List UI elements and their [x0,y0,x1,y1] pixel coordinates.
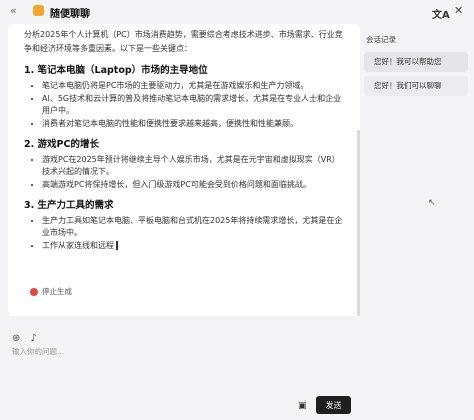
chat-scrollbar[interactable] [357,130,360,316]
stop-label: 停止生成 [42,287,72,296]
mouse-cursor-icon: ↖ [428,198,436,208]
sidebar-heading: 会话记录 [366,35,396,44]
microphone-icon[interactable]: ♪ [30,333,36,344]
message-icon[interactable]: ▣ [298,401,307,411]
close-icon[interactable]: ✕ [454,4,463,17]
message-intro: 分析2025年个人计算机（PC）市场消费趋势，需要综合考虑技术进步、市场需求、行… [24,30,343,53]
attachment-icon[interactable]: ⊕ [12,333,20,344]
section-title: 2. 游戏PC的增长 [24,139,99,150]
bullet-list: 生产力工具如笔记本电脑、平板电脑和台式机在2025年将持续需求增长，尤其是在企业… [24,215,344,252]
title-bar: « 随便聊聊 文A ✕ [0,0,474,24]
bullet-list: 游戏PC在2025年预计将继续主导个人娱乐市场，尤其是在元宇宙和虚拟现实（VR）… [24,154,344,191]
sidebar-item-session[interactable]: 您好！我们可以聊聊 [364,76,468,96]
send-button[interactable]: 发送 [316,396,351,414]
translate-icon[interactable]: 文A [432,6,450,21]
app-logo-icon [33,5,44,16]
list-item: 高端游戏PC将保持增长，但入门级游戏PC可能会受到价格问题和面临挑战。 [42,179,344,191]
typing-cursor [116,241,118,250]
collapse-icon[interactable]: « [10,4,17,17]
stop-icon [30,288,38,296]
bullet-list: 笔记本电脑仍将是PC市场的主要驱动力，尤其是在游戏娱乐和生产力领域。 AI、5G… [24,80,344,130]
list-item: 消费者对笔记本电脑的性能和便携性要求越来越高，便携性和性能兼顾。 [42,118,344,130]
message-input[interactable]: 输入你的问题... [12,346,64,357]
section-title: 3. 生产力工具的需求 [24,200,114,211]
list-item: AI、5G技术和云计算的普及将推动笔记本电脑的需求增长，尤其是在专业人士和企业用… [42,93,344,117]
chat-panel: 分析2025年个人计算机（PC）市场消费趋势，需要综合考虑技术进步、市场需求、行… [8,24,360,316]
list-item: 生产力工具如笔记本电脑、平板电脑和台式机在2025年将持续需求增长，尤其是在企业… [42,215,344,239]
list-item: 工作从家连线和远程 [42,240,344,252]
list-item: 笔记本电脑仍将是PC市场的主要驱动力，尤其是在游戏娱乐和生产力领域。 [42,80,344,92]
chat-title: 随便聊聊 [50,9,90,20]
composer-toolbar: ⊕ ♪ [12,326,47,344]
streaming-text: 工作从家连线和远程 [42,241,114,250]
stop-generating-button[interactable]: 停止生成 [30,286,72,297]
section-title: 1. 笔记本电脑（Laptop）市场的主导地位 [24,65,208,76]
sidebar-item-session[interactable]: 您好！我可以帮助您 [364,52,468,72]
session-sidebar: 会话记录 您好！我可以帮助您 您好！我们可以聊聊 [362,24,474,324]
assistant-message: 分析2025年个人计算机（PC）市场消费趋势，需要综合考虑技术进步、市场需求、行… [24,28,344,258]
list-item: 游戏PC在2025年预计将继续主导个人娱乐市场，尤其是在元宇宙和虚拟现实（VR）… [42,154,344,178]
